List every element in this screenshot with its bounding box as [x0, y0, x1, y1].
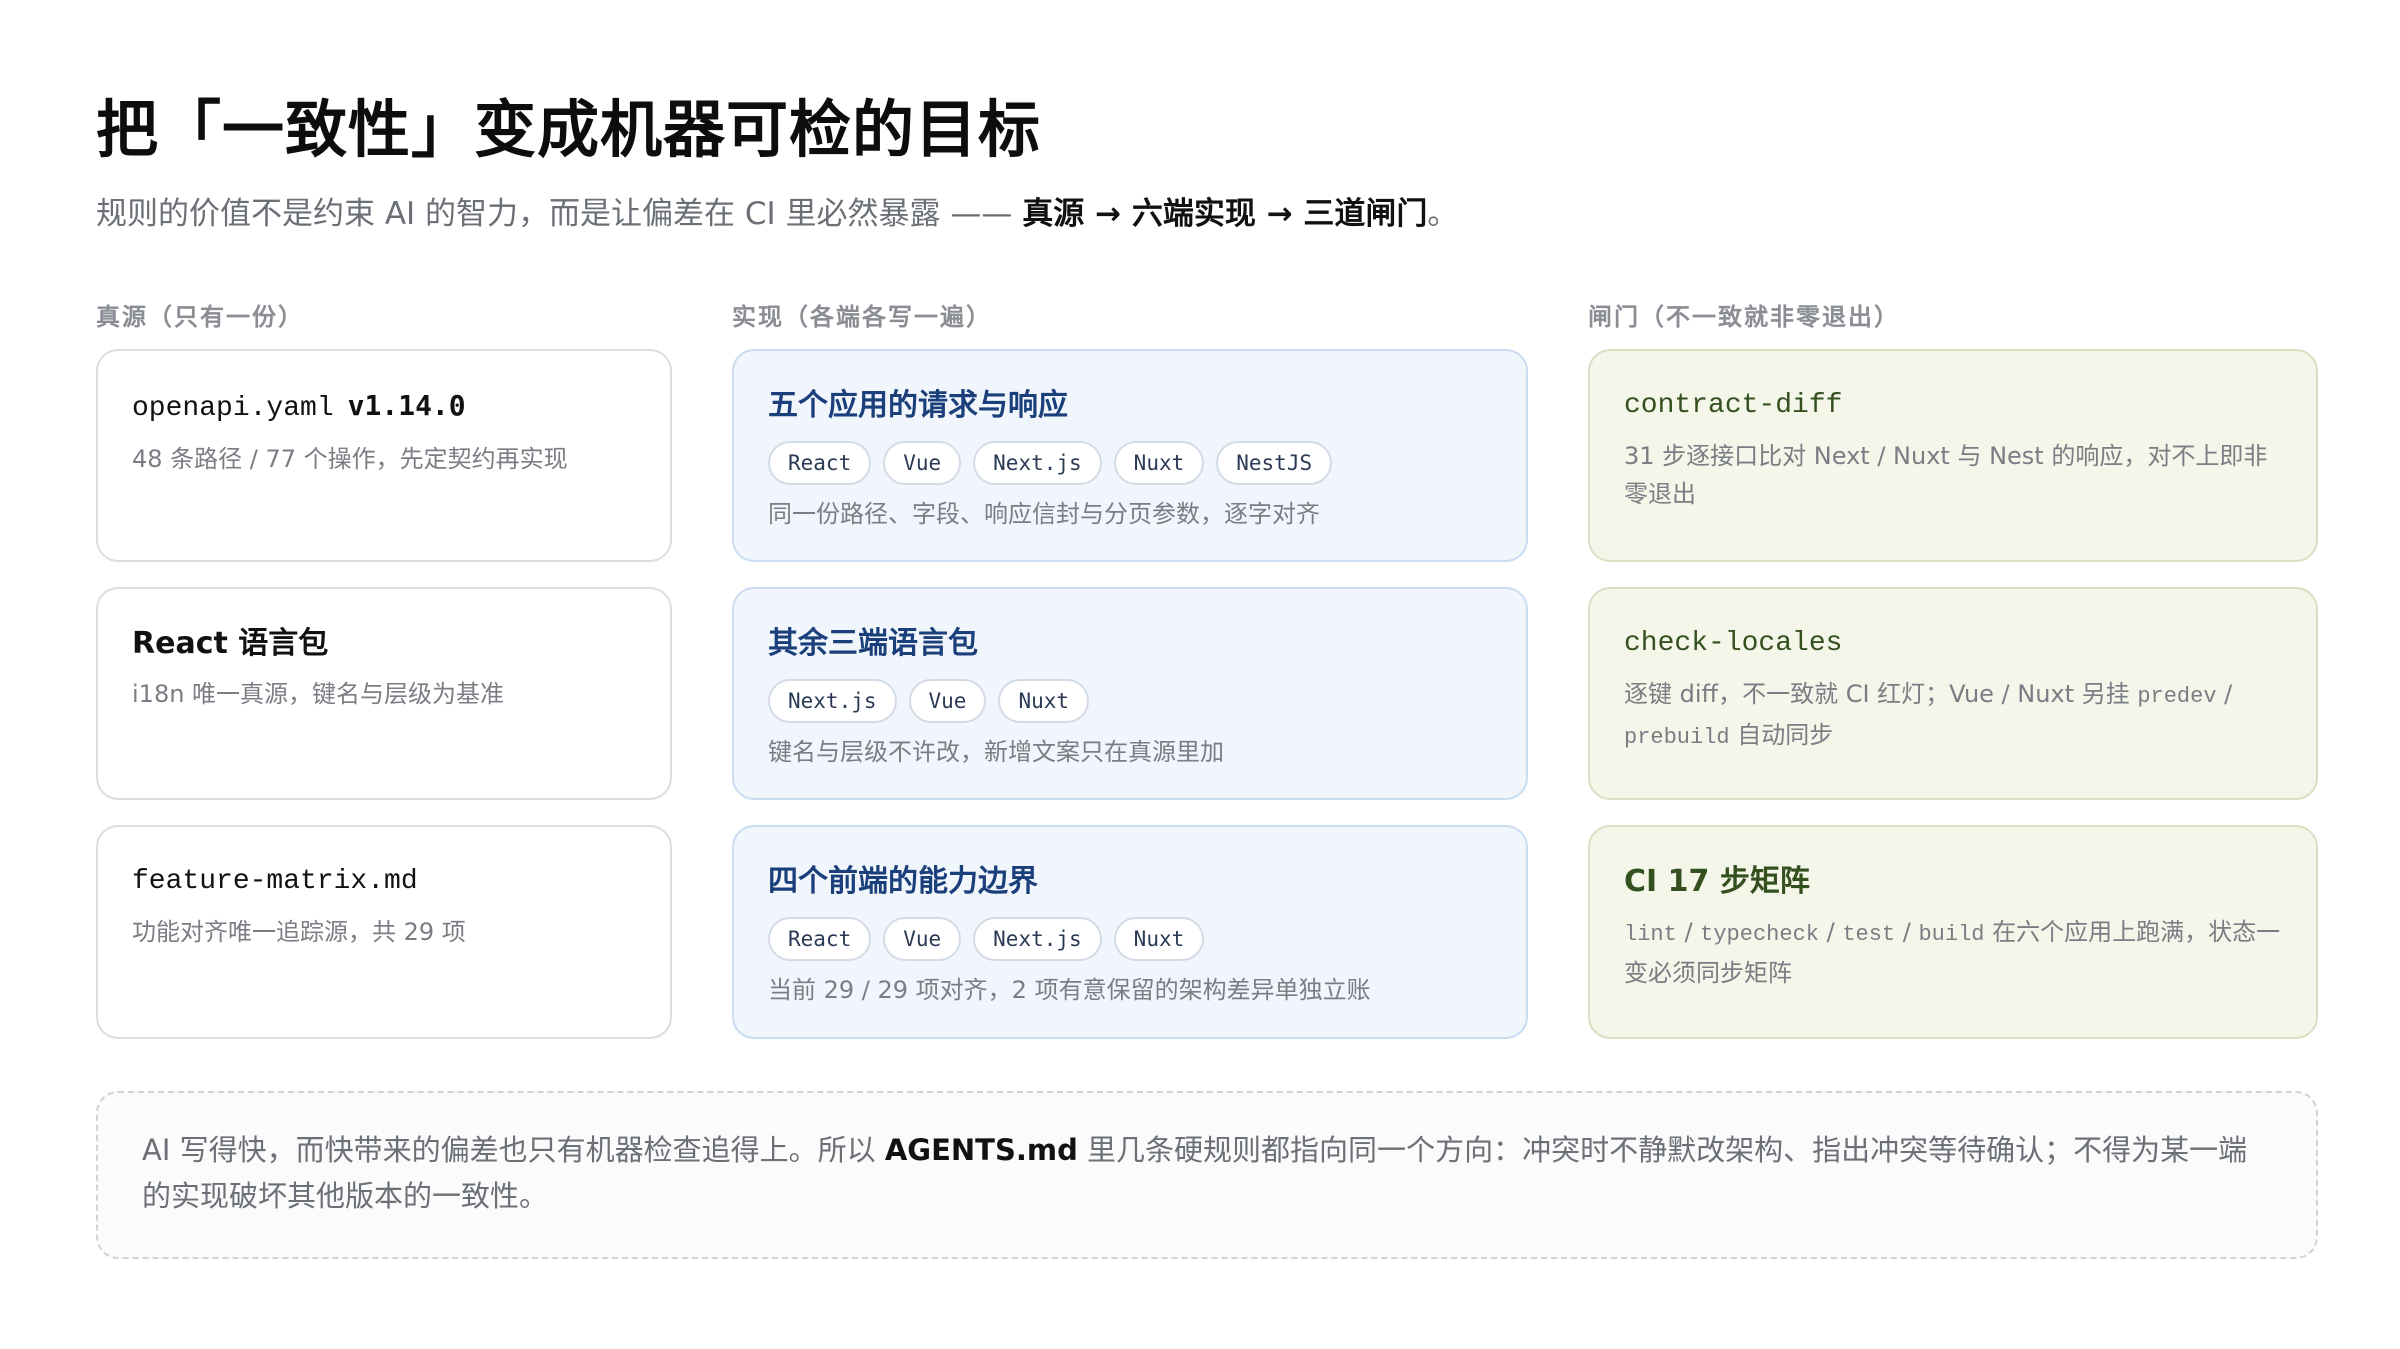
impl-card-locales: 其余三端语言包 Next.js Vue Nuxt 键名与层级不许改，新增文案只在… — [732, 587, 1528, 800]
tag-nuxt: Nuxt — [1113, 917, 1205, 961]
footer-emphasis: AGENTS.md — [884, 1133, 1078, 1167]
page-subtitle: 规则的价值不是约束 AI 的智力，而是让偏差在 CI 里必然暴露 —— 真源 →… — [96, 192, 1458, 236]
inline-code-predev: predev — [2137, 684, 2217, 709]
gate-card-title: CI 17 步矩阵 — [1624, 864, 1810, 899]
tag-nuxt: Nuxt — [998, 679, 1090, 723]
impl-card-title: 其余三端语言包 — [768, 626, 978, 661]
gate-card-check-locales: check-locales 逐键 diff，不一致就 CI 红灯；Vue / N… — [1588, 587, 2318, 800]
tag-vue: Vue — [883, 441, 962, 485]
desc-text: 逐键 diff，不一致就 CI 红灯；Vue / Nuxt 另挂 — [1624, 680, 2138, 708]
gate-card-title: contract-diff — [1624, 390, 1843, 421]
column-label-gates: 闸门（不一致就非零退出） — [1588, 303, 1900, 331]
gate-card-desc: 逐键 diff，不一致就 CI 红灯；Vue / Nuxt 另挂 predev … — [1624, 675, 2282, 757]
impl-card-title: 五个应用的请求与响应 — [768, 388, 1068, 423]
tag-nestjs: NestJS — [1216, 441, 1333, 485]
tag-list: React Vue Next.js Nuxt — [768, 917, 1492, 961]
footer-note: AI 写得快，而快带来的偏差也只有机器检查追得上。所以 AGENTS.md 里几… — [96, 1091, 2318, 1259]
desc-text: / — [1895, 918, 1919, 946]
gate-card-title: check-locales — [1624, 628, 1843, 659]
tag-nextjs: Next.js — [973, 917, 1102, 961]
tag-vue: Vue — [908, 679, 987, 723]
footer-lead: AI 写得快，而快带来的偏差也只有机器检查追得上。所以 — [142, 1133, 885, 1167]
tag-react: React — [768, 917, 872, 961]
impl-card-title: 四个前端的能力边界 — [768, 864, 1038, 899]
column-label-source: 真源（只有一份） — [96, 303, 304, 331]
tag-list: Next.js Vue Nuxt — [768, 679, 1492, 723]
source-card-desc: i18n 唯一真源，键名与层级为基准 — [132, 680, 505, 708]
source-card-desc: 功能对齐唯一追踪源，共 29 项 — [132, 918, 466, 946]
openapi-filename: openapi.yaml — [132, 393, 334, 424]
subtitle-tail: 。 — [1427, 196, 1459, 232]
subtitle-emphasis: 真源 → 六端实现 → 三道闸门 — [1022, 196, 1428, 232]
source-card-title: feature-matrix.md — [132, 866, 418, 897]
desc-text: / — [1818, 918, 1843, 946]
tag-nextjs: Next.js — [973, 441, 1102, 485]
gate-card-desc: lint / typecheck / test / build 在六个应用上跑满… — [1624, 913, 2282, 992]
column-label-impl: 实现（各端各写一遍） — [732, 303, 992, 331]
subtitle-lead: 规则的价值不是约束 AI 的智力，而是让偏差在 CI 里必然暴露 —— — [96, 196, 1023, 232]
source-card-react-locale: React 语言包 i18n 唯一真源，键名与层级为基准 — [96, 587, 672, 800]
source-card-feature-matrix: feature-matrix.md 功能对齐唯一追踪源，共 29 项 — [96, 825, 672, 1039]
page-title: 把「一致性」变成机器可检的目标 — [96, 93, 1042, 166]
version-label: v1.14.0 — [347, 389, 466, 422]
impl-card-requests: 五个应用的请求与响应 React Vue Next.js Nuxt NestJS… — [732, 349, 1528, 562]
desc-text: / — [1676, 918, 1701, 946]
desc-text: 自动同步 — [1729, 721, 1834, 749]
source-card-title: React 语言包 — [132, 626, 329, 661]
tag-nuxt: Nuxt — [1113, 441, 1205, 485]
tag-nextjs: Next.js — [768, 679, 897, 723]
source-card-openapi: openapi.yaml v1.14.0 48 条路径 / 77 个操作，先定契约… — [96, 349, 672, 562]
inline-code-test: test — [1842, 922, 1896, 947]
inline-code-lint: lint — [1624, 922, 1677, 947]
impl-card-desc: 键名与层级不许改，新增文案只在真源里加 — [768, 738, 1224, 766]
inline-code-build: build — [1918, 922, 1985, 947]
tag-react: React — [768, 441, 872, 485]
tag-vue: Vue — [883, 917, 962, 961]
source-card-desc: 48 条路径 / 77 个操作，先定契约再实现 — [132, 445, 568, 473]
source-card-title: openapi.yaml v1.14.0 — [132, 385, 636, 430]
impl-card-capabilities: 四个前端的能力边界 React Vue Next.js Nuxt 当前 29 /… — [732, 825, 1528, 1039]
gate-card-contract-diff: contract-diff 31 步逐接口比对 Next / Nuxt 与 Ne… — [1588, 349, 2318, 562]
impl-card-desc: 同一份路径、字段、响应信封与分页参数，逐字对齐 — [768, 500, 1320, 528]
gate-card-desc: 31 步逐接口比对 Next / Nuxt 与 Nest 的响应，对不上即非零退… — [1624, 442, 2268, 508]
gate-card-ci-matrix: CI 17 步矩阵 lint / typecheck / test / buil… — [1588, 825, 2318, 1039]
tag-list: React Vue Next.js Nuxt NestJS — [768, 441, 1492, 485]
inline-code-prebuild: prebuild — [1624, 725, 1730, 750]
desc-text: / — [2216, 680, 2233, 708]
inline-code-typecheck: typecheck — [1700, 922, 1819, 947]
impl-card-desc: 当前 29 / 29 项对齐，2 项有意保留的架构差异单独立账 — [768, 976, 1371, 1004]
